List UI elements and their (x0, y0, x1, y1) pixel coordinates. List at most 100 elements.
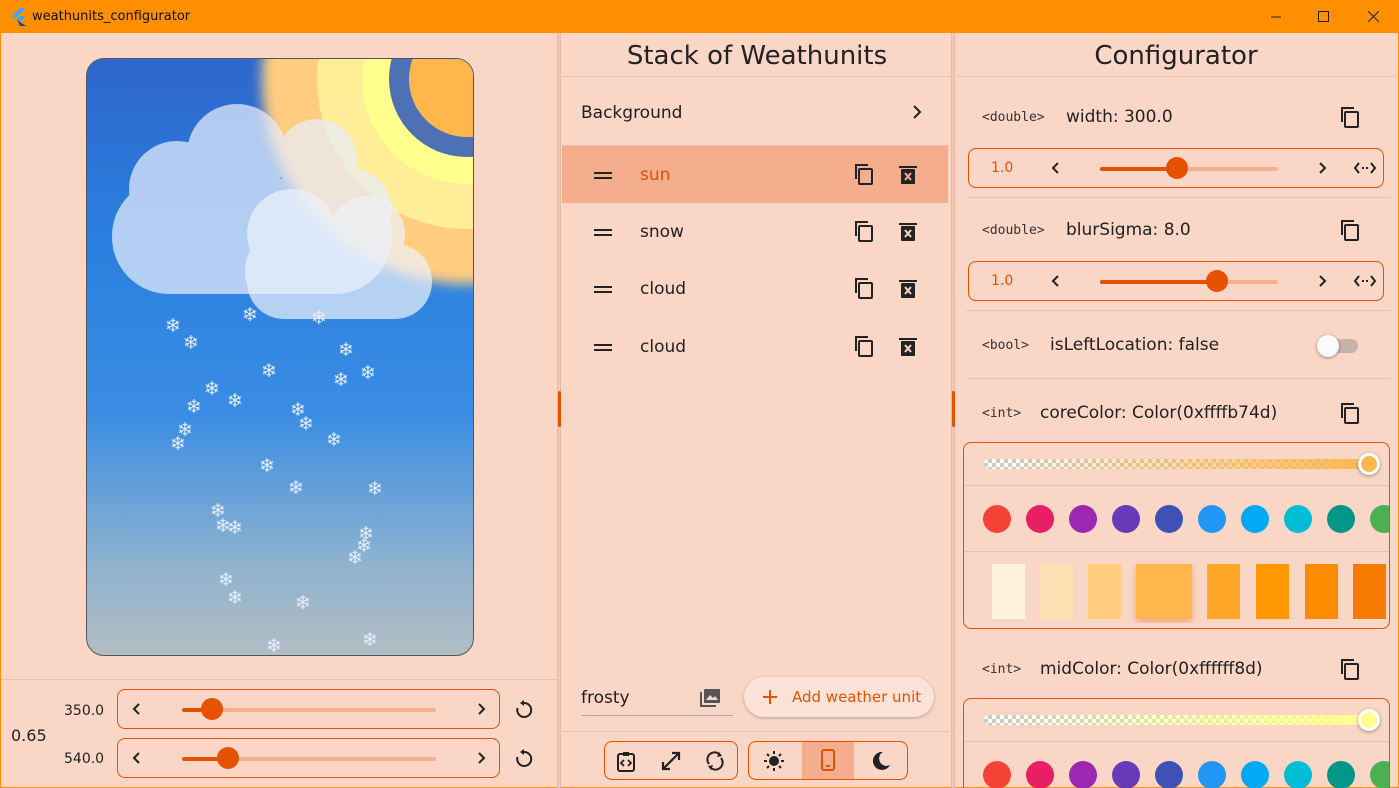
unit-row-sun[interactable]: sun (562, 146, 948, 203)
color-palette[interactable] (964, 759, 1389, 788)
chevron-left-icon[interactable] (128, 700, 146, 718)
scale-value: 0.65 (11, 726, 47, 745)
color-swatch[interactable] (1284, 505, 1312, 533)
resize-icon[interactable] (660, 750, 682, 772)
alpha-thumb[interactable] (1358, 709, 1380, 731)
device-mode-selected[interactable] (802, 742, 854, 779)
delete-icon[interactable] (897, 277, 919, 299)
copy-icon[interactable] (1339, 219, 1361, 241)
color-swatch[interactable] (1241, 761, 1269, 788)
color-swatch[interactable] (1370, 505, 1389, 533)
color-palette[interactable] (964, 503, 1389, 535)
code-clipboard-icon[interactable] (615, 750, 637, 772)
core-color-picker[interactable] (963, 442, 1390, 629)
color-swatch[interactable] (1155, 505, 1183, 533)
range-icon[interactable] (1353, 159, 1377, 177)
height-slider[interactable] (117, 738, 500, 778)
width-param-track[interactable] (1100, 167, 1278, 171)
chevron-right-icon[interactable] (472, 749, 490, 767)
dark-mode-icon[interactable] (870, 750, 892, 772)
alpha-slider[interactable] (984, 715, 1370, 725)
color-swatch[interactable] (1198, 505, 1226, 533)
alpha-slider[interactable] (984, 459, 1370, 469)
unit-row-cloud[interactable]: cloud (562, 318, 948, 375)
shade-swatch[interactable] (1305, 564, 1338, 619)
copy-icon[interactable] (1339, 106, 1361, 128)
reset-width-icon[interactable] (513, 699, 535, 721)
width-param-thumb[interactable] (1165, 157, 1188, 179)
color-swatch[interactable] (983, 761, 1011, 788)
width-thumb[interactable] (201, 698, 224, 720)
shade-swatch[interactable] (1088, 564, 1121, 619)
alpha-thumb[interactable] (1358, 453, 1380, 475)
color-swatch[interactable] (1241, 505, 1269, 533)
chevron-right-icon[interactable] (472, 700, 490, 718)
background-row[interactable]: Background (562, 78, 949, 146)
chevron-right-icon[interactable] (1313, 272, 1331, 290)
color-swatch[interactable] (1112, 505, 1140, 533)
width-param-slider[interactable]: 1.0 (968, 148, 1384, 188)
unit-row-snow[interactable]: snow (562, 203, 948, 260)
copy-icon[interactable] (1339, 402, 1361, 424)
light-mode-icon[interactable] (763, 750, 785, 772)
range-icon[interactable] (1353, 272, 1377, 290)
chevron-left-icon[interactable] (1047, 272, 1065, 290)
maximize-button[interactable] (1300, 0, 1346, 33)
minimize-button[interactable] (1253, 0, 1299, 33)
delete-icon[interactable] (897, 163, 919, 185)
delete-icon[interactable] (897, 220, 919, 242)
shade-swatch[interactable] (1353, 564, 1386, 619)
color-swatch[interactable] (1327, 761, 1355, 788)
color-swatch[interactable] (1069, 761, 1097, 788)
copy-icon[interactable] (853, 163, 875, 185)
mid-color-picker[interactable] (963, 698, 1390, 788)
drag-handle-icon[interactable] (594, 286, 612, 288)
unit-row-cloud[interactable]: cloud (562, 260, 948, 317)
blur-param-track[interactable] (1100, 280, 1278, 284)
preset-field[interactable]: frosty (581, 684, 733, 716)
divider (562, 731, 949, 732)
color-swatch[interactable] (1327, 505, 1355, 533)
step-value[interactable]: 1.0 (991, 273, 1013, 289)
drag-handle-icon[interactable] (594, 172, 612, 174)
chevron-left-icon[interactable] (1047, 159, 1065, 177)
blur-param-thumb[interactable] (1206, 270, 1229, 292)
autorenew-icon[interactable] (704, 750, 726, 772)
copy-icon[interactable] (853, 277, 875, 299)
delete-icon[interactable] (897, 335, 919, 357)
color-swatch[interactable] (1026, 505, 1054, 533)
chevron-right-icon[interactable] (1313, 159, 1331, 177)
copy-icon[interactable] (853, 220, 875, 242)
image-icon[interactable] (699, 687, 721, 709)
shade-swatch[interactable] (1136, 564, 1192, 619)
reset-height-icon[interactable] (513, 748, 535, 770)
shade-swatch[interactable] (1256, 564, 1289, 619)
shade-swatch[interactable] (1207, 564, 1240, 619)
drag-handle-icon[interactable] (594, 344, 612, 346)
copy-icon[interactable] (1339, 658, 1361, 680)
color-swatch[interactable] (1069, 505, 1097, 533)
color-swatch[interactable] (983, 505, 1011, 533)
panel-splitter[interactable] (951, 33, 955, 788)
color-swatch[interactable] (1370, 761, 1389, 788)
toggle-switch[interactable] (1317, 335, 1339, 357)
blur-param-slider[interactable]: 1.0 (968, 261, 1384, 301)
close-button[interactable] (1350, 0, 1396, 33)
copy-icon[interactable] (853, 335, 875, 357)
height-thumb[interactable] (216, 747, 239, 769)
color-swatch[interactable] (1026, 761, 1054, 788)
color-swatch[interactable] (1155, 761, 1183, 788)
drag-handle-icon[interactable] (594, 229, 612, 231)
shade-swatch[interactable] (1040, 564, 1073, 619)
panel-splitter[interactable] (557, 33, 561, 788)
param-type: <int> (982, 662, 1022, 677)
step-value[interactable]: 1.0 (991, 160, 1013, 176)
shade-palette[interactable] (964, 561, 1389, 623)
color-swatch[interactable] (1198, 761, 1226, 788)
chevron-left-icon[interactable] (128, 749, 146, 767)
shade-swatch[interactable] (992, 564, 1025, 619)
color-swatch[interactable] (1112, 761, 1140, 788)
width-slider[interactable] (117, 689, 500, 729)
add-weather-unit-button[interactable]: Add weather unit (744, 677, 934, 717)
color-swatch[interactable] (1284, 761, 1312, 788)
